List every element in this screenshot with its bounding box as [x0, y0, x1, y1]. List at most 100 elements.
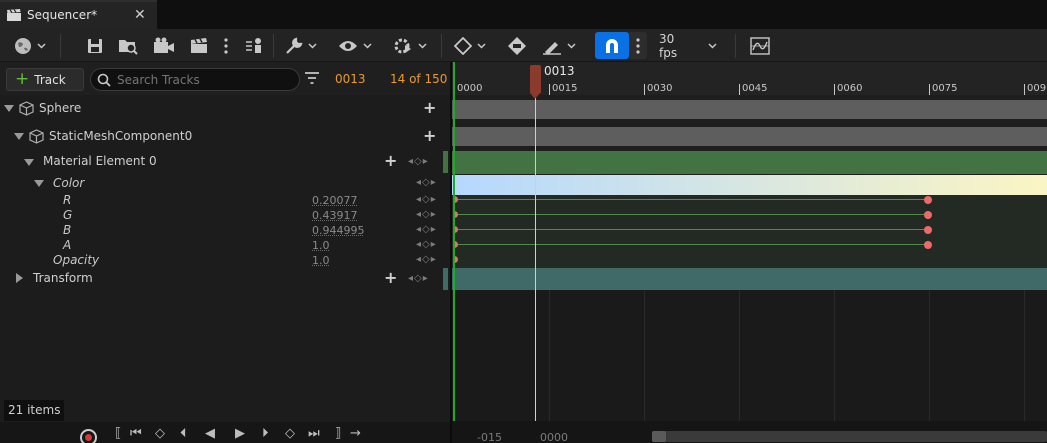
transform-section-bar[interactable]	[452, 268, 1047, 290]
timeline-footer: -015 0000	[452, 421, 1047, 443]
playback-options-dropdown[interactable]	[391, 33, 429, 58]
time-ruler[interactable]: 0000 0015 0030 0045 0060 0075 009	[452, 62, 1047, 95]
next-frame-icon[interactable]: ◇	[285, 427, 295, 440]
key-g-end[interactable]	[924, 211, 932, 219]
color-gradient-bar[interactable]	[452, 175, 1047, 195]
key-navigation-icon[interactable]: ◂◇▸	[416, 254, 437, 265]
transport-controls: ⟦ ⏮ ◇ ⏴ ◀ ▶ ⏵ ◇ ⏭ ⟧ →	[0, 422, 450, 443]
world-button[interactable]	[10, 33, 50, 58]
track-row-material-element[interactable]: Material Element 0 + ◂◇▸	[0, 153, 450, 171]
key-b-end[interactable]	[924, 226, 932, 234]
edit-mode-dropdown[interactable]	[540, 33, 578, 58]
track-label: Sphere	[39, 101, 82, 115]
play-icon[interactable]: ▶	[235, 427, 245, 440]
wrench-icon	[286, 37, 303, 54]
toolbar-separator	[441, 34, 442, 58]
ruler-label: 0045	[742, 83, 768, 94]
next-key-icon[interactable]: ⏭	[308, 427, 320, 440]
track-row-sphere[interactable]: Sphere +	[0, 100, 450, 117]
snap-toggle-button[interactable]	[595, 32, 629, 59]
channel-label: R	[63, 193, 72, 207]
ruler-tick	[644, 84, 645, 95]
track-row-opacity[interactable]: Opacity 1.0 ◂◇▸	[0, 253, 450, 268]
channel-row-a[interactable]: A 1.0 ◂◇▸	[0, 238, 450, 253]
channel-value-field[interactable]: 0.43917	[312, 209, 358, 222]
timeline-area[interactable]: 0000 0015 0030 0045 0060 0075 009 0013 -…	[452, 62, 1047, 443]
main-toolbar: 30 fps	[0, 29, 1047, 62]
step-forward-icon[interactable]: ⏵	[262, 427, 269, 440]
playback-start-marker[interactable]	[453, 62, 455, 421]
add-track-button[interactable]: + Track	[6, 68, 84, 91]
play-reverse-icon[interactable]: ◀	[205, 427, 215, 440]
collapse-arrow-icon[interactable]	[24, 159, 34, 166]
previous-frame-icon[interactable]: ◇	[155, 427, 165, 440]
key-navigation-icon[interactable]: ◂◇▸	[408, 273, 429, 284]
playhead-handle[interactable]	[530, 65, 541, 99]
jump-to-end-icon[interactable]: ⟧	[335, 427, 341, 440]
key-navigation-icon[interactable]: ◂◇▸	[416, 177, 437, 188]
brush-icon	[543, 41, 561, 55]
search-input[interactable]	[117, 72, 295, 88]
close-tab-icon[interactable]: ✕	[134, 7, 146, 23]
key-navigation-icon[interactable]: ◂◇▸	[416, 194, 437, 205]
search-tracks-box[interactable]	[90, 68, 300, 91]
tools-dropdown[interactable]	[283, 33, 319, 58]
snap-options-button[interactable]	[629, 32, 647, 59]
chevron-down-icon	[37, 42, 46, 49]
channel-value-field[interactable]: 1.0	[312, 239, 330, 252]
channel-value-field[interactable]: 0.20077	[312, 194, 358, 207]
ruler-label: 0060	[837, 83, 863, 94]
find-asset-button[interactable]	[117, 33, 139, 58]
add-track-label: Track	[34, 72, 66, 87]
render-movie-button[interactable]	[152, 33, 176, 58]
auto-key-button[interactable]	[505, 33, 529, 58]
collapse-arrow-icon[interactable]	[34, 180, 44, 187]
add-icon[interactable]: +	[384, 270, 397, 286]
expand-arrow-icon[interactable]	[16, 273, 23, 283]
key-options-dropdown[interactable]	[451, 33, 489, 58]
channel-value-field[interactable]: 1.0	[312, 254, 330, 267]
collapse-arrow-icon[interactable]	[14, 133, 24, 140]
scrollbar-thumb[interactable]	[652, 431, 666, 442]
track-row-transform[interactable]: Transform + ◂◇▸	[0, 270, 450, 288]
view-options-dropdown[interactable]	[336, 33, 374, 58]
add-icon[interactable]: +	[423, 128, 436, 144]
ruler-label: 0075	[932, 83, 958, 94]
filter-icon[interactable]	[305, 72, 319, 84]
tab-sequencer[interactable]: Sequencer* ✕	[0, 0, 157, 29]
current-frame[interactable]: 0013	[335, 72, 366, 86]
channel-row-g[interactable]: G 0.43917 ◂◇▸	[0, 208, 450, 223]
track-row-staticmeshcomponent[interactable]: StaticMeshComponent0 +	[0, 128, 450, 145]
item-count: 21 items	[4, 400, 65, 421]
channel-value-field[interactable]: 0.944995	[312, 224, 365, 237]
track-row-color[interactable]: Color ◂◇▸	[0, 176, 450, 192]
section-bar[interactable]	[452, 100, 1047, 119]
jump-to-start-icon[interactable]: ⟦	[115, 427, 121, 440]
clapboard-button[interactable]	[188, 33, 210, 58]
key-navigation-icon[interactable]: ◂◇▸	[408, 156, 429, 167]
channel-label: B	[63, 223, 72, 237]
collapse-arrow-icon[interactable]	[4, 105, 14, 112]
curve-editor-button[interactable]	[748, 33, 772, 58]
fps-dropdown[interactable]: 30 fps	[655, 32, 717, 60]
curve-editor-icon	[750, 36, 770, 55]
key-navigation-icon[interactable]: ◂◇▸	[416, 209, 437, 220]
key-a-end[interactable]	[924, 241, 932, 249]
channel-row-r[interactable]: R 0.20077 ◂◇▸	[0, 193, 450, 208]
loop-icon[interactable]: →	[350, 427, 361, 440]
previous-key-icon[interactable]: ⏮	[130, 427, 142, 440]
add-icon[interactable]: +	[384, 153, 397, 169]
key-navigation-icon[interactable]: ◂◇▸	[416, 239, 437, 250]
step-back-icon[interactable]: ⏴	[180, 427, 187, 440]
actor-to-sequencer-button[interactable]	[242, 33, 266, 58]
save-button[interactable]	[85, 33, 105, 58]
add-icon[interactable]: +	[423, 100, 436, 116]
material-section-bar[interactable]	[452, 151, 1047, 174]
key-r-end[interactable]	[924, 196, 932, 204]
key-navigation-icon[interactable]: ◂◇▸	[416, 224, 437, 235]
section-bar[interactable]	[452, 127, 1047, 146]
timeline-scrollbar[interactable]	[652, 431, 1047, 442]
channel-row-b[interactable]: B 0.944995 ◂◇▸	[0, 223, 450, 238]
more-options-button[interactable]	[220, 33, 232, 58]
record-button[interactable]	[80, 429, 97, 443]
